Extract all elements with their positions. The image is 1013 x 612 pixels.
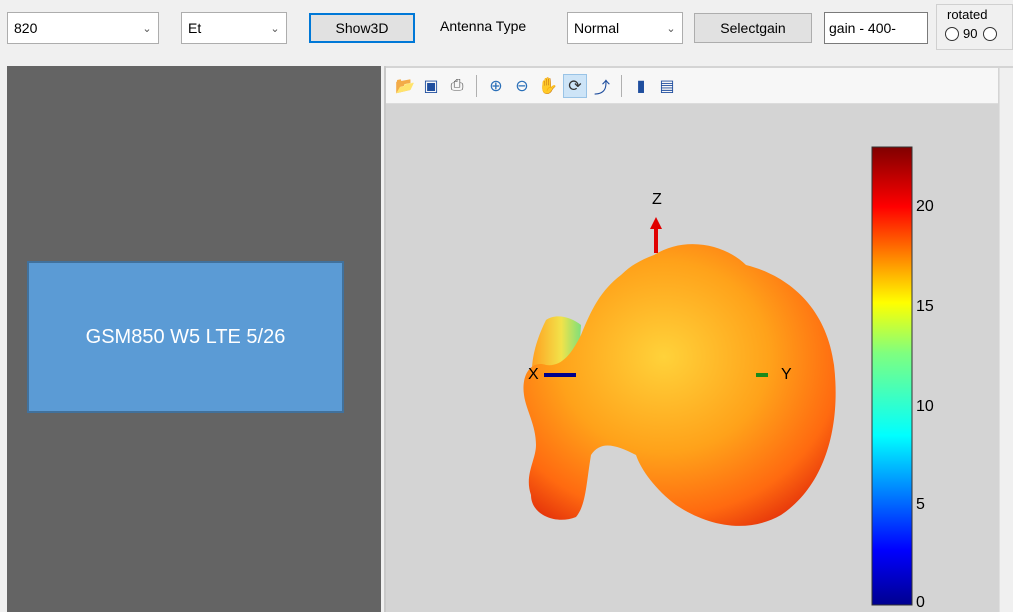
colorbar-tick-0: 0: [916, 594, 925, 611]
colorbar-tick-20: 20: [916, 198, 934, 215]
vertical-scrollbar[interactable]: [999, 68, 1013, 612]
component-value: Et: [188, 20, 202, 36]
y-axis-label: Y: [781, 366, 792, 383]
open-file-icon[interactable]: 📂: [394, 75, 416, 97]
z-axis-label: Z: [652, 191, 662, 208]
radiation-pattern-plot[interactable]: [386, 105, 998, 612]
rotated-90-label: 90: [963, 26, 978, 41]
component-dropdown[interactable]: Et ⌄: [181, 12, 287, 44]
z-arrow-head-icon: [650, 217, 662, 229]
rotated-label: rotated: [947, 7, 988, 22]
chevron-down-icon: ⌄: [666, 22, 676, 35]
colorbar-tick-15: 15: [916, 298, 934, 315]
frequency-value: 820: [14, 20, 38, 36]
legend-icon[interactable]: ▤: [656, 75, 678, 97]
zoom-out-icon[interactable]: ⊖: [511, 75, 533, 97]
antenna-type-value: Normal: [574, 20, 620, 36]
colorbar-tick-5: 5: [916, 496, 925, 513]
print-icon[interactable]: ⎙: [446, 75, 468, 97]
zoom-in-icon[interactable]: ⊕: [485, 75, 507, 97]
antenna-type-label: Antenna Type: [440, 18, 527, 34]
chevron-down-icon: ⌄: [142, 22, 152, 35]
selectgain-button[interactable]: Selectgain: [694, 13, 812, 43]
save-icon[interactable]: ▣: [420, 75, 442, 97]
toolbar-divider: [621, 74, 622, 97]
colorbar-icon[interactable]: ▮: [630, 75, 652, 97]
colorbar: [871, 146, 913, 606]
radio-circle-icon: [945, 26, 959, 41]
toolbar-divider: [476, 74, 477, 97]
rotate-3d-icon[interactable]: ⟳: [563, 73, 587, 98]
gain-field[interactable]: gain - 400-: [824, 12, 928, 44]
colorbar-tick-10: 10: [916, 398, 934, 415]
radio-circle-icon[interactable]: [983, 26, 998, 41]
x-axis-label: X: [528, 366, 539, 383]
pan-hand-icon[interactable]: ✋: [537, 75, 559, 97]
chevron-down-icon: ⌄: [270, 22, 280, 35]
data-cursor-icon[interactable]: ⤴: [591, 75, 613, 97]
rotated-90-radio[interactable]: 90: [945, 26, 998, 41]
frequency-dropdown[interactable]: 820 ⌄: [7, 12, 159, 44]
show3d-button[interactable]: Show3D: [309, 13, 415, 43]
figure-toolbar: 📂 ▣ ⎙ ⊕ ⊖ ✋ ⟳ ⤴ ▮ ▤: [386, 68, 998, 104]
rotated-group: rotated 90: [936, 4, 1013, 50]
antenna-type-dropdown[interactable]: Normal ⌄: [567, 12, 683, 44]
main-lobe: [523, 244, 836, 526]
band-box: GSM850 W5 LTE 5/26: [27, 261, 344, 413]
